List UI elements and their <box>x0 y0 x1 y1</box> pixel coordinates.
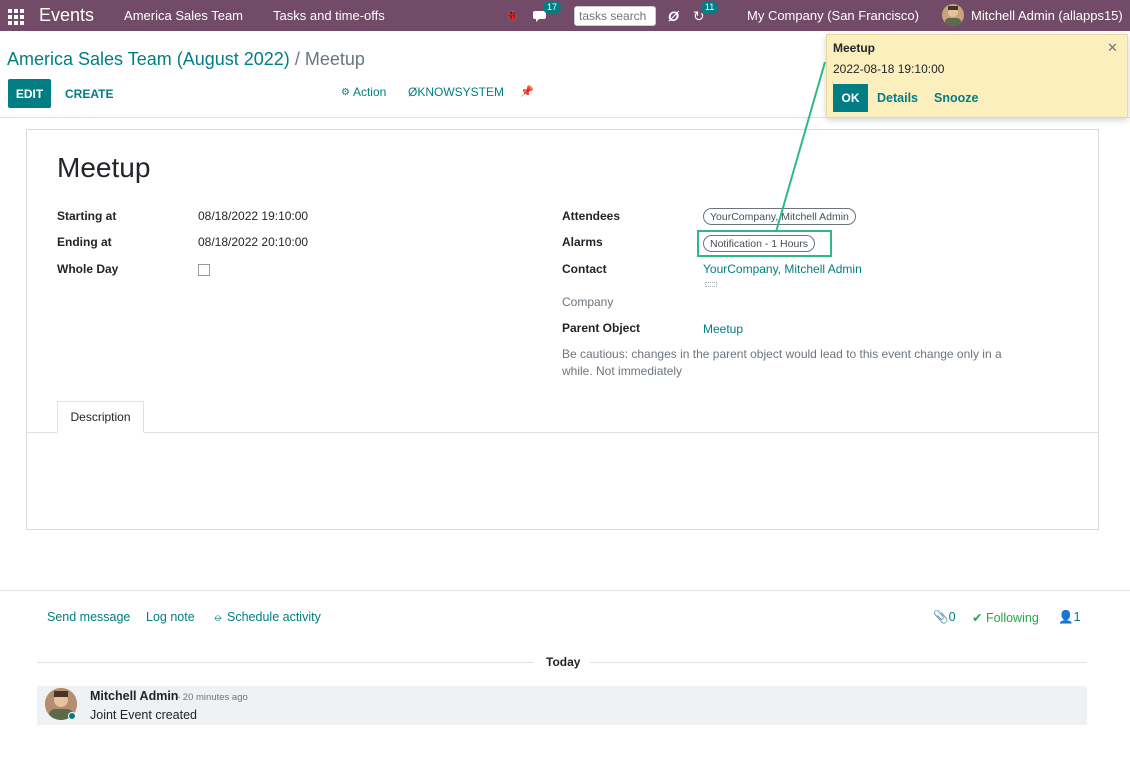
check-icon: ✔ <box>972 611 983 625</box>
activities-count-badge: 11 <box>700 0 719 14</box>
attachments-button[interactable]: 📎0 <box>933 610 956 625</box>
notification-datetime: 2022-08-18 19:10:00 <box>833 62 945 76</box>
parent-object-link[interactable]: Meetup <box>703 322 743 336</box>
followers-count: 1 <box>1073 610 1081 624</box>
menu-tasks-and-time-offs[interactable]: Tasks and time-offs <box>273 8 385 23</box>
edit-button[interactable]: EDIT <box>8 79 51 108</box>
tab-description[interactable]: Description <box>57 401 144 433</box>
contact-placeholder-box <box>705 282 717 287</box>
breadcrumb: America Sales Team (August 2022) / Meetu… <box>7 49 365 70</box>
user-menu[interactable]: Mitchell Admin (allapps15) <box>971 8 1123 23</box>
contact-link[interactable]: YourCompany, Mitchell Admin <box>703 262 862 276</box>
pin-icon[interactable]: 📌 <box>520 85 534 98</box>
close-icon[interactable]: ✕ <box>1107 40 1118 56</box>
online-status-indicator <box>68 712 76 720</box>
message-time: - 20 minutes ago <box>177 692 248 703</box>
alarms-label: Alarms <box>562 235 603 249</box>
notification-snooze-button[interactable]: Snooze <box>934 91 978 105</box>
followers-button[interactable]: 👤1 <box>1058 610 1081 625</box>
knowsystem-label: KNOWSYSTEM <box>417 85 505 99</box>
messages-count-badge: 17 <box>543 0 562 14</box>
menu-america-sales-team[interactable]: America Sales Team <box>124 8 243 23</box>
message-author[interactable]: Mitchell Admin <box>90 689 178 703</box>
attendees-label: Attendees <box>562 209 621 223</box>
debug-bug-icon[interactable]: 🐞 <box>505 9 519 23</box>
gear-icon: ⚙ <box>341 86 350 98</box>
clock-icon: ⦵ <box>213 610 224 624</box>
whole-day-checkbox[interactable] <box>198 264 210 276</box>
date-separator: Today <box>546 655 581 669</box>
following-label: Following <box>985 611 1039 625</box>
schedule-activity-button[interactable]: ⦵ Schedule activity <box>213 610 321 625</box>
company-label: Company <box>562 295 614 309</box>
breadcrumb-separator: / <box>289 49 305 69</box>
notification-details-button[interactable]: Details <box>877 91 918 105</box>
chatter-divider <box>0 590 1130 591</box>
navbar-systray: 🐞 17 Ø ↻ 11 <box>505 0 719 31</box>
tasks-search-input[interactable] <box>574 5 656 26</box>
paperclip-icon: 📎 <box>933 610 949 624</box>
tab-line <box>27 432 1098 433</box>
user-icon: 👤 <box>1058 610 1074 624</box>
action-label: Action <box>352 85 387 99</box>
notification-ok-button[interactable]: OK <box>833 84 868 112</box>
knowsystem-icon: Ø <box>408 85 418 99</box>
attendee-tag[interactable]: YourCompany, Mitchell Admin <box>703 208 856 225</box>
breadcrumb-parent[interactable]: America Sales Team (August 2022) <box>7 49 290 69</box>
apps-menu-icon[interactable] <box>8 8 24 25</box>
company-switcher[interactable]: My Company (San Francisco) <box>747 8 919 23</box>
parent-object-caution: Be cautious: changes in the parent objec… <box>562 347 1002 378</box>
message-body: Joint Event created <box>90 708 198 722</box>
app-name[interactable]: Events <box>39 5 94 26</box>
starting-at-label: Starting at <box>57 209 117 223</box>
action-dropdown[interactable]: ⚙ Action <box>341 85 386 99</box>
ending-at-label: Ending at <box>57 235 112 249</box>
whole-day-label: Whole Day <box>57 262 119 276</box>
messages-icon[interactable]: 17 <box>533 0 562 23</box>
log-note-button[interactable]: Log note <box>146 610 195 624</box>
activities-clock-icon[interactable]: ↻ 11 <box>693 0 719 23</box>
event-title[interactable]: Meetup <box>57 152 150 184</box>
create-button[interactable]: CREATE <box>58 79 121 108</box>
knowsystem-button[interactable]: ØKNOWSYSTEM <box>408 85 504 99</box>
attachments-count: 0 <box>948 610 956 624</box>
alarm-highlight-box <box>697 230 832 257</box>
notification-title: Meetup <box>833 41 875 55</box>
user-avatar[interactable] <box>942 4 964 26</box>
send-message-button[interactable]: Send message <box>47 610 130 624</box>
date-separator-line-left <box>37 662 534 663</box>
starting-at-value[interactable]: 08/18/2022 19:10:00 <box>198 209 308 223</box>
date-separator-line-right <box>590 662 1087 663</box>
knowsystem-icon[interactable]: Ø <box>668 8 679 24</box>
following-button[interactable]: ✔ Following <box>972 610 1039 625</box>
contact-label: Contact <box>562 262 607 276</box>
top-navbar: Events America Sales Team Tasks and time… <box>0 0 1130 31</box>
parent-object-label: Parent Object <box>562 321 641 335</box>
breadcrumb-current: Meetup <box>304 49 365 69</box>
ending-at-value[interactable]: 08/18/2022 20:10:00 <box>198 235 308 249</box>
schedule-activity-label: Schedule activity <box>227 610 321 624</box>
